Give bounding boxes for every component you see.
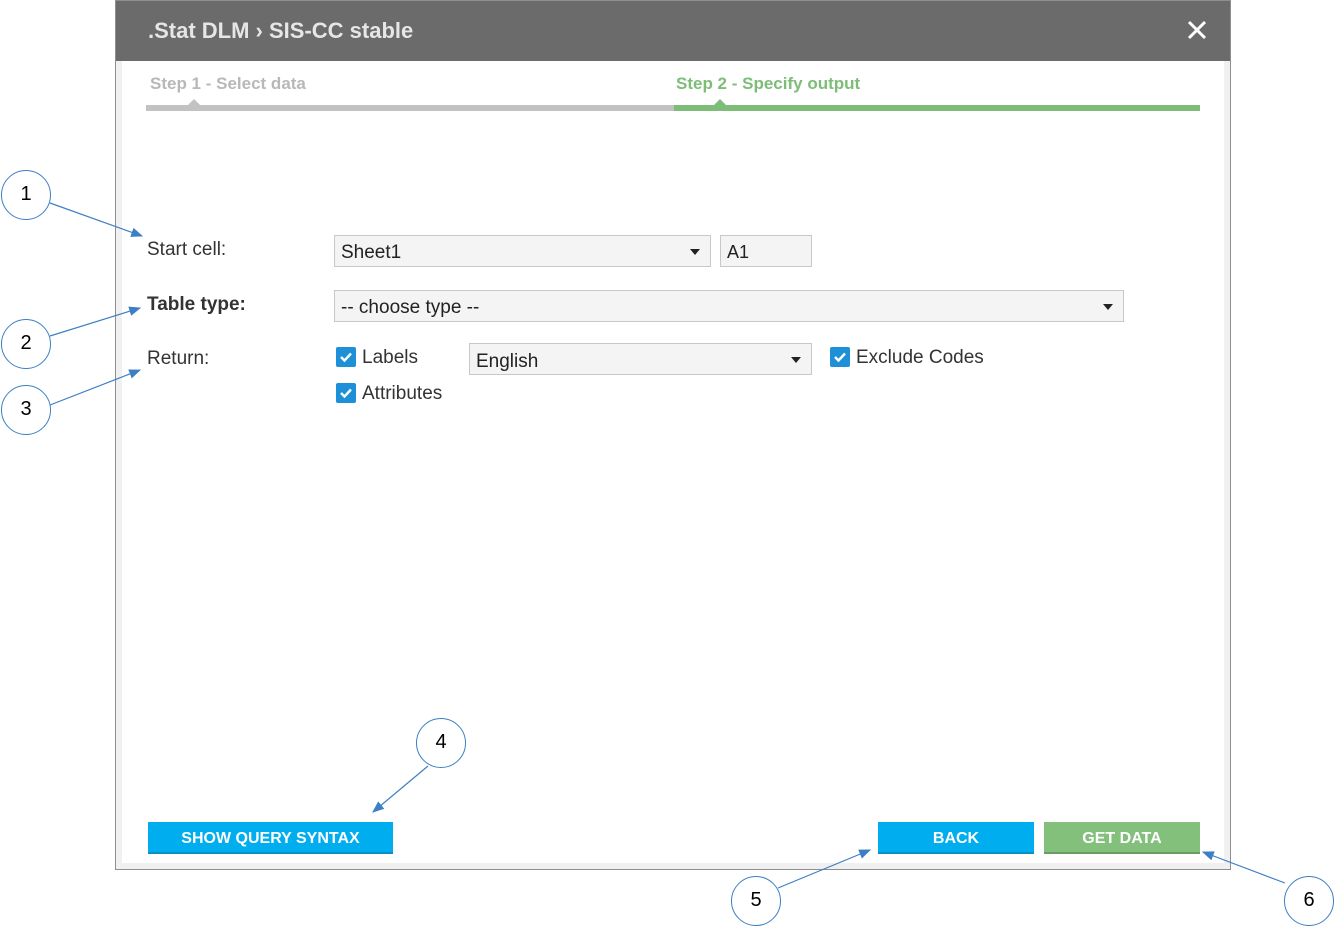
callout-arrows (49, 202, 1286, 889)
callout-6: 6 (1284, 876, 1334, 926)
callout-5: 5 (731, 876, 781, 926)
callout-1: 1 (1, 170, 51, 220)
callout-2: 2 (1, 319, 51, 369)
callout-4: 4 (416, 718, 466, 768)
callout-3: 3 (1, 385, 51, 435)
